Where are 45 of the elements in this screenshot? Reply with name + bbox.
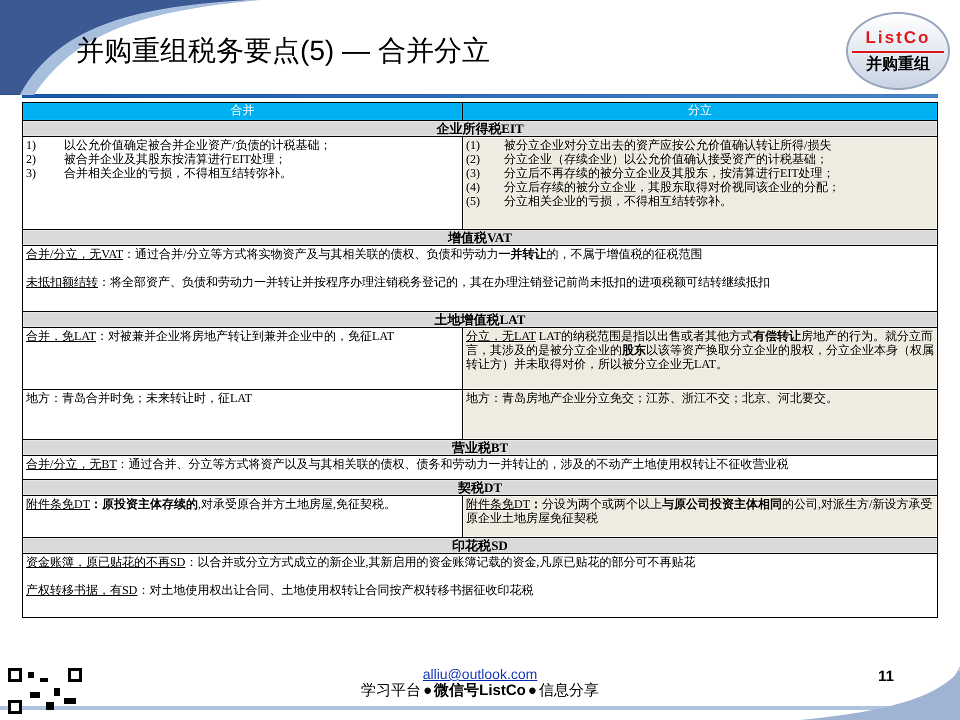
list-item-text: 分立企业（存续企业）以公允价值确认接受资产的计税基础；: [504, 152, 828, 166]
list-marker: (2): [466, 152, 481, 166]
section-heading: 营业税BT: [23, 439, 937, 455]
list-item-text: 分立后存续的被分立企业，其股东取得对价视同该企业的分配；: [504, 180, 840, 194]
email-link[interactable]: alliu@outlook.com: [422, 666, 538, 682]
section-heading: 增值税VAT: [23, 229, 937, 245]
tagline-text: 学习平台: [361, 682, 422, 700]
bullet-icon: ●: [528, 682, 537, 700]
section-heading: 土地增值税LAT: [23, 311, 937, 327]
paragraph: 未抵扣额结转：将全部资产、负债和劳动力一并转让并按程序办理注销税务登记的，其在办理注销登记前尚未抵扣的进项税额可结转继续抵扣: [26, 275, 771, 289]
list-marker: (4): [466, 180, 481, 194]
column-header: 分立: [687, 103, 713, 119]
paragraph: 合并/分立，无VAT：通过合并/分立等方式将实物资产及与其相关联的债权、负债和劳动力一并转让的，不属于增值税的征税范围: [26, 247, 704, 261]
tagline-text: 信息分享: [538, 682, 599, 700]
paragraph: 资金账簿，原已贴花的不再SD：以合并或分立方式成立的新企业,其新启用的资金账簿记载的资金,凡原已贴花的部分可不再贴花: [26, 555, 696, 569]
page-number: 11: [878, 667, 894, 687]
list-item-text: 被合并企业及其股东按清算进行EIT处理；: [64, 152, 287, 166]
list-marker: (5): [466, 194, 481, 208]
slide-title: 并购重组税务要点(5) — 合并分立: [76, 34, 490, 68]
list-item-text: 以公允价值确定被合并企业资产/负债的计税基础；: [64, 138, 332, 152]
paragraph: 附件条免DT：分设为两个或两个以上与原公司投资主体相同的公司,对派生方/新设方承受原企业土地房屋免征契税: [466, 497, 934, 525]
paragraph: 地方：青岛房地产企业分立免交；江苏、浙江不交；北京、河北要交。: [466, 391, 839, 405]
tagline-text: 微信号ListCo: [434, 682, 526, 700]
list-item-text: 被分立企业对分立出去的资产应按公允价值确认转让所得/损失: [504, 138, 832, 152]
logo-bottom-text: 并购重组: [866, 54, 930, 75]
list-marker: 2): [26, 152, 37, 166]
list-marker: (1): [466, 138, 481, 152]
list-marker: (3): [466, 166, 481, 180]
list-marker: 1): [26, 138, 37, 152]
paragraph: 产权转移书据，有SD：对土地使用权出让合同、土地使用权转让合同按产权转移书据征收印花税: [26, 583, 534, 597]
list-item-text: 分立相关企业的亏损，不得相互结转弥补。: [504, 194, 732, 208]
list-item-text: 合并相关企业的亏损，不得相互结转弥补。: [64, 166, 292, 180]
section-heading: 印花税SD: [23, 537, 937, 553]
section-heading: 企业所得税EIT: [23, 120, 937, 136]
paragraph: 合并/分立，无BT：通过合并、分立等方式将资产以及与其相关联的债权、债务和劳动力一并转让的，涉及的不动产土地使用权转让不征收营业税: [26, 457, 790, 471]
paragraph: 附件条免DT：原投资主体存续的,对承受原合并方土地房屋,免征契税。: [26, 497, 397, 511]
list-item-text: 分立后不再存续的被分立企业及其股东，按清算进行EIT处理；: [504, 166, 835, 180]
section-heading: 契税DT: [23, 479, 937, 495]
paragraph: 分立，无LAT LAT的纳税范围是指以出售或者其他方式有偿转让房地产的行为。就分立而言，其涉及的是被分立企业的股东以该等资产换取分立企业的股权，分立企业本身（权属转让方）并未取得对价，所以被分立企业无LAT。: [466, 329, 934, 371]
paragraph: 合并，免LAT：对被兼并企业将房地产转让到兼并企业中的，免征LAT: [26, 329, 395, 343]
list-marker: 3): [26, 166, 37, 180]
paragraph: 地方：青岛合并时免；未来转让时，征LAT: [26, 391, 253, 405]
bullet-icon: ●: [423, 682, 432, 700]
logo-top-text: ListCo: [866, 27, 930, 50]
qr-code-icon: [8, 668, 82, 714]
